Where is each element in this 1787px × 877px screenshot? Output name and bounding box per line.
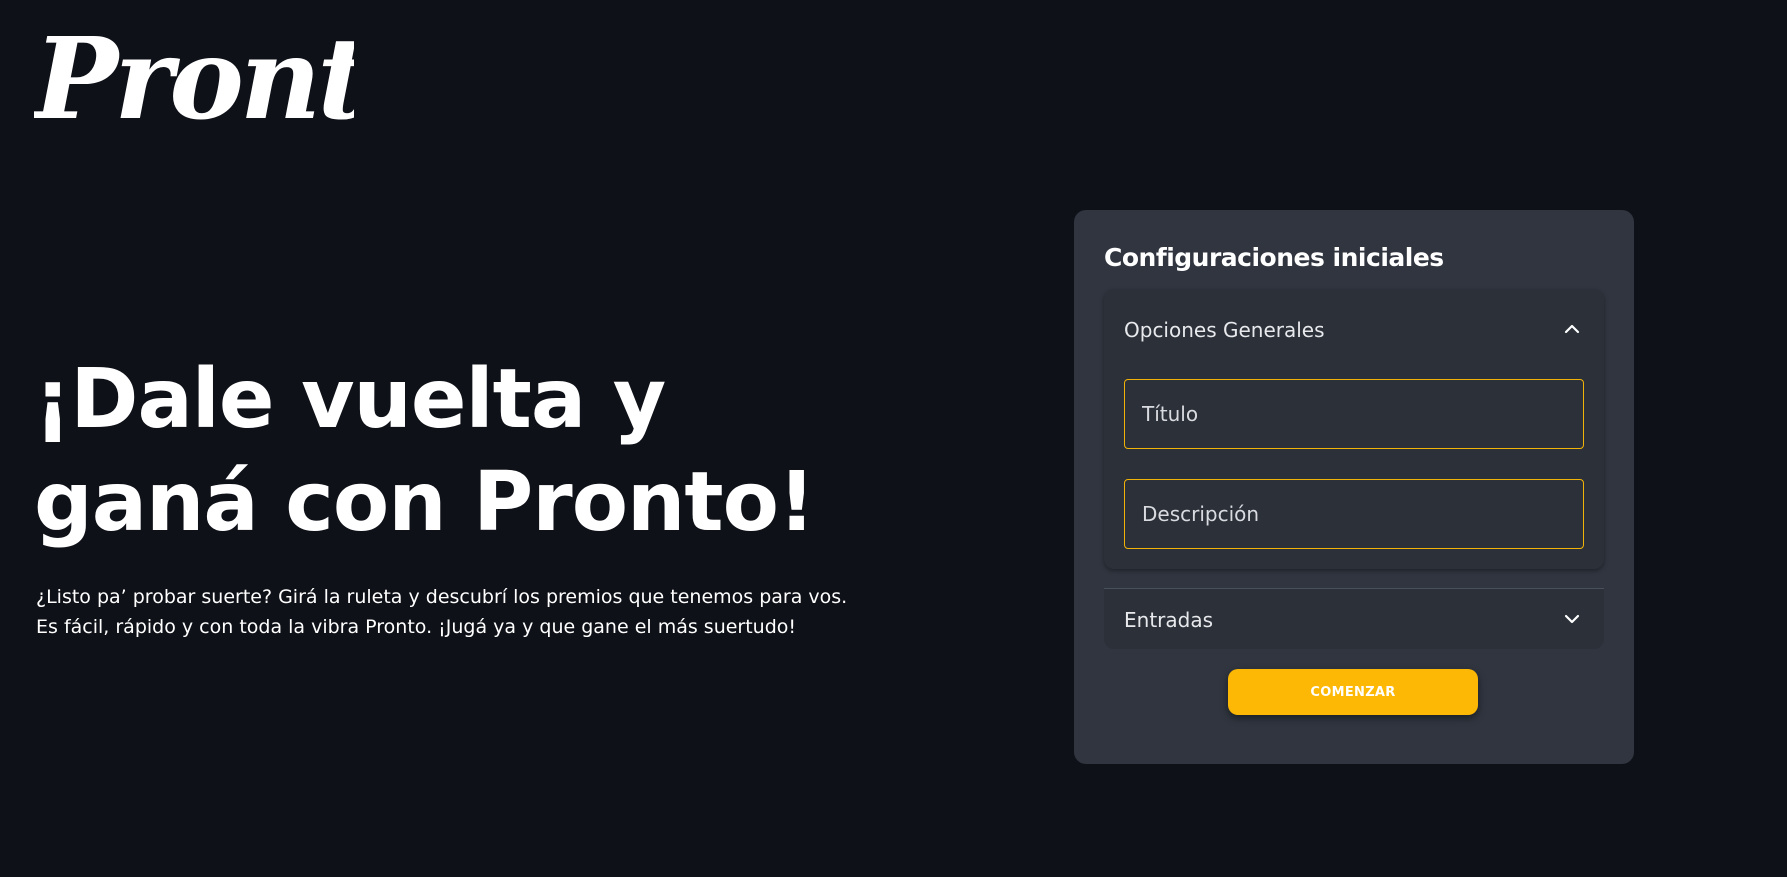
accordion-opciones-generales-label: Opciones Generales bbox=[1124, 318, 1325, 342]
accordion-entradas[interactable]: Entradas bbox=[1104, 589, 1604, 649]
hero-subtitle-line-1: ¿Listo pa’ probar suerte? Girá la ruleta… bbox=[36, 586, 848, 608]
comenzar-button[interactable]: COMENZAR bbox=[1228, 669, 1478, 715]
titulo-input[interactable] bbox=[1125, 380, 1583, 448]
pronto-logo-graphic: Pronto bbox=[34, 30, 354, 138]
accordion-opciones-generales: Opciones Generales bbox=[1104, 289, 1604, 569]
config-card-title: Configuraciones iniciales bbox=[1104, 243, 1444, 272]
chevron-down-icon[interactable] bbox=[1562, 609, 1582, 629]
descripcion-input[interactable] bbox=[1125, 480, 1583, 548]
hero-title: ¡Dale vuelta y ganá con Pronto! bbox=[34, 348, 914, 554]
hero-title-line-2: ganá con Pronto! bbox=[34, 455, 815, 550]
hero-subtitle: ¿Listo pa’ probar suerte? Girá la ruleta… bbox=[36, 582, 916, 642]
accordion-opciones-generales-header[interactable]: Opciones Generales bbox=[1104, 289, 1604, 369]
logo-text: Pronto bbox=[34, 30, 354, 138]
config-card: Configuraciones iniciales Opciones Gener… bbox=[1074, 210, 1634, 764]
hero: ¡Dale vuelta y ganá con Pronto! ¿Listo p… bbox=[34, 348, 934, 642]
pronto-logo[interactable]: Pronto bbox=[34, 30, 354, 138]
descripcion-field[interactable] bbox=[1124, 479, 1584, 549]
hero-title-line-1: ¡Dale vuelta y bbox=[34, 352, 666, 447]
chevron-up-icon[interactable] bbox=[1562, 319, 1582, 339]
accordion-entradas-label: Entradas bbox=[1124, 608, 1214, 632]
titulo-field[interactable] bbox=[1124, 379, 1584, 449]
page: Pronto ¡Dale vuelta y ganá con Pronto! ¿… bbox=[0, 0, 1787, 877]
hero-subtitle-line-2: Es fácil, rápido y con toda la vibra Pro… bbox=[36, 616, 797, 638]
